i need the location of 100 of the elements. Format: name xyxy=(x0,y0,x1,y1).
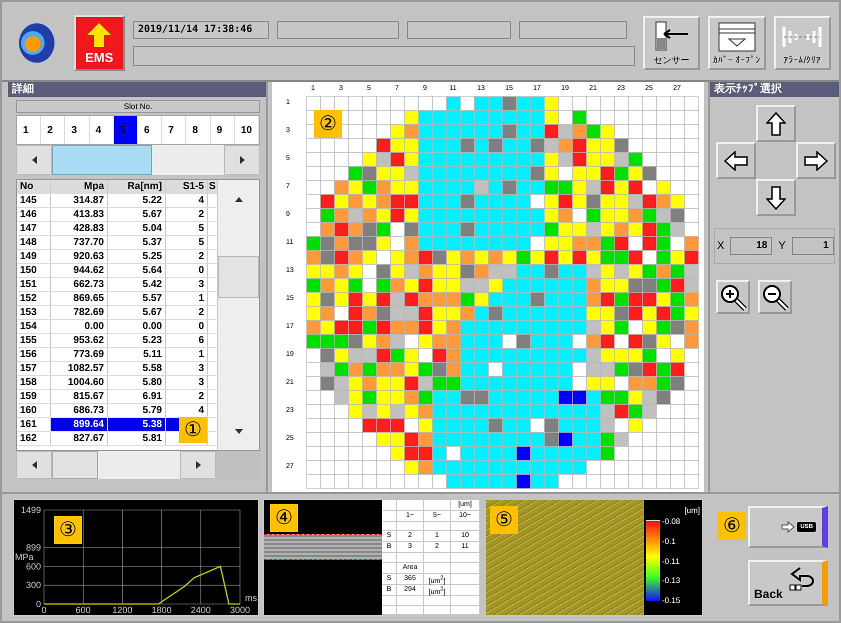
table-cell: 5.80 xyxy=(108,376,166,389)
table-cell: 428.83 xyxy=(51,222,108,235)
slot-tab[interactable]: 7 xyxy=(162,116,186,144)
sensor-button[interactable]: センサー xyxy=(642,16,700,70)
down-arrow-button[interactable] xyxy=(756,179,796,216)
marker-badge: ③ xyxy=(54,516,82,544)
up-arrow-icon xyxy=(766,112,786,136)
table-cell: 737.70 xyxy=(51,236,108,249)
left-arrow-icon xyxy=(724,150,748,170)
table-cell: 154 xyxy=(17,320,51,333)
zoom-in-icon xyxy=(719,283,747,311)
scroll-right-button[interactable] xyxy=(180,451,216,479)
table-cell: 920.63 xyxy=(51,250,108,263)
table-cell: 6 xyxy=(166,334,208,347)
table-cell: 146 xyxy=(17,208,51,221)
table-cell: 2 xyxy=(166,208,208,221)
table-cell: 162 xyxy=(17,432,51,445)
table-cell: 953.62 xyxy=(51,334,108,347)
column-header: S xyxy=(208,180,217,193)
ems-button[interactable]: EMS xyxy=(74,15,125,71)
table-cell: 773.69 xyxy=(51,348,108,361)
back-button[interactable]: Back xyxy=(748,560,828,606)
scroll-left-button[interactable] xyxy=(16,145,52,175)
up-arrow-button[interactable] xyxy=(756,105,796,142)
column-header: S1-5 xyxy=(166,180,208,193)
table-cell: 899.64 xyxy=(51,418,108,431)
scroll-thumb[interactable] xyxy=(218,256,259,298)
table-cell: 5.22 xyxy=(108,194,166,207)
table-cell: 152 xyxy=(17,292,51,305)
y-label: Y xyxy=(778,240,786,252)
zoom-out-icon xyxy=(761,283,789,311)
x-tick-label: 0 xyxy=(42,605,46,615)
slot-tab[interactable]: 9 xyxy=(210,116,235,144)
y-field: 1 xyxy=(792,237,834,255)
table-cell: 159 xyxy=(17,390,51,403)
scroll-thumb[interactable] xyxy=(52,451,98,479)
unit-label: [um] xyxy=(683,506,700,515)
marker-badge: ② xyxy=(314,110,342,138)
marker-badge: ④ xyxy=(270,504,298,532)
y-tick-label: 0 xyxy=(36,599,41,609)
table-cell: 944.62 xyxy=(51,264,108,277)
x-field: 18 xyxy=(730,237,772,255)
table-cell: 6.91 xyxy=(108,390,166,403)
scroll-left-button[interactable] xyxy=(16,451,52,479)
alarm-clear-button[interactable]: ｱﾗｰﾑ/ｸﾘｱ xyxy=(774,16,832,70)
table-cell: 686.73 xyxy=(51,404,108,417)
scroll-thumb[interactable] xyxy=(52,145,152,175)
table-cell: 5.23 xyxy=(108,334,166,347)
up-caret-icon xyxy=(234,196,242,202)
right-caret-icon xyxy=(196,461,200,469)
table-cell: 662.73 xyxy=(51,278,108,291)
slot-tab[interactable]: 2 xyxy=(41,116,66,144)
marker-badge: ① xyxy=(179,417,207,443)
table-cell: 3 xyxy=(166,278,208,291)
x-tick-label: 3000 xyxy=(230,605,250,615)
table-cell: 1 xyxy=(166,348,208,361)
slot-header: Slot No. xyxy=(16,100,260,113)
column-header: Mpa xyxy=(51,180,108,193)
slot-tab[interactable]: 6 xyxy=(138,116,162,144)
cover-open-button[interactable]: ｶﾊﾞｰ ｵｰﾌﾟﾝ xyxy=(708,16,766,70)
table-cell: 5.67 xyxy=(108,208,166,221)
table-cell: 1082.57 xyxy=(51,362,108,375)
scale-tick-label: -0.11 xyxy=(662,556,680,566)
zoom-in-button[interactable] xyxy=(716,280,750,314)
x-tick-label: 1200 xyxy=(112,605,132,615)
table-cell: 160 xyxy=(17,404,51,417)
table-cell: 5.25 xyxy=(108,250,166,263)
slot-tab[interactable]: 10 xyxy=(234,116,260,144)
down-caret-icon xyxy=(234,428,242,434)
table-cell: 5 xyxy=(166,222,208,235)
left-caret-icon xyxy=(32,461,36,469)
zoom-out-button[interactable] xyxy=(758,280,792,314)
table-cell: 156 xyxy=(17,348,51,361)
slot-tab[interactable]: 1 xyxy=(17,116,42,144)
table-cell: 5.04 xyxy=(108,222,166,235)
right-arrow-button[interactable] xyxy=(796,142,836,179)
table-cell: 869.65 xyxy=(51,292,108,305)
table-cell: 3 xyxy=(166,376,208,389)
scroll-right-button[interactable] xyxy=(224,145,260,175)
table-cell: 5.38 xyxy=(108,418,166,431)
up-arrow-icon xyxy=(86,22,112,48)
table-cell: 2 xyxy=(166,250,208,263)
slot-tab[interactable]: 8 xyxy=(186,116,211,144)
y-axis-label: MPa xyxy=(15,552,34,562)
y-tick-label: 1499 xyxy=(20,505,41,515)
table-cell: 5 xyxy=(166,236,208,249)
datetime-field: 2019/11/14 17:38:46 xyxy=(132,20,269,38)
table-cell: 1004.60 xyxy=(51,376,108,389)
x-tick-label: 2400 xyxy=(190,605,211,615)
table-cell: 5.67 xyxy=(108,306,166,319)
left-caret-icon xyxy=(32,156,36,164)
table-cell: 157 xyxy=(17,362,51,375)
left-arrow-button[interactable] xyxy=(716,142,756,179)
slot-tab[interactable]: 3 xyxy=(65,116,90,144)
table-cell: 2 xyxy=(166,306,208,319)
table-cell: 0 xyxy=(166,320,208,333)
table-cell: 149 xyxy=(17,250,51,263)
right-arrow-icon xyxy=(804,150,828,170)
panel-header: 詳細 xyxy=(8,82,266,97)
y-tick-label: 600 xyxy=(26,561,41,572)
